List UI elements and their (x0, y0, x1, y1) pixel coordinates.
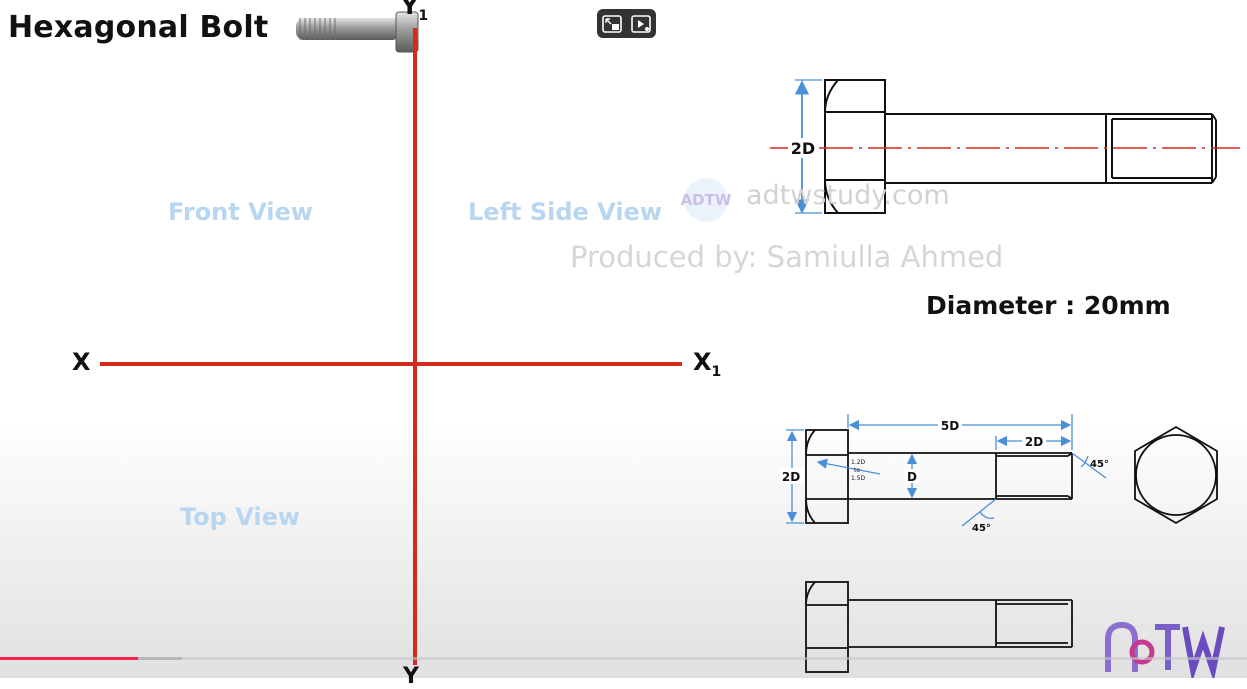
y1-axis-label: Y1 (401, 0, 429, 24)
autoplay-icon (631, 14, 652, 33)
head-height-label: 2D (791, 139, 815, 158)
y-axis-label: Y (403, 664, 419, 689)
bolt-image (296, 11, 419, 53)
length-label: 5D (941, 419, 959, 433)
autoplay-button[interactable] (630, 14, 652, 34)
adtw-watermark-logo: ADTW (681, 178, 732, 222)
head-note-line-1: 1.2D (851, 459, 866, 466)
top-view-label: Top View (180, 503, 301, 531)
chamfer-angle-label-1: 45° (1090, 459, 1109, 470)
video-progress-bar[interactable] (0, 657, 1247, 660)
miniplayer-button[interactable] (601, 14, 623, 34)
x1-axis-label: X1 (693, 348, 722, 380)
front-view-label: Front View (168, 198, 313, 226)
chamfer-angle-label-2: 45° (972, 523, 991, 534)
bolt-hexagon-end-view (1134, 425, 1218, 525)
shank-diameter-label: D (907, 470, 917, 484)
drawing-canvas: 2D 5D 2D 2D D 1.2D to 1.5D 45° 45° ADTW (100, 11, 1240, 678)
watermark-site: adtwstudy.com (746, 180, 950, 211)
left-side-view-label: Left Side View (468, 198, 662, 226)
diameter-spec: Diameter : 20mm (926, 291, 1171, 320)
svg-text:ADTW: ADTW (681, 191, 732, 209)
x-axis-label: X (72, 348, 91, 376)
producer-credit: Produced by: Samiulla Ahmed (570, 240, 1004, 274)
head-note-line-3: 1.5D (851, 475, 866, 482)
progress-played (0, 657, 139, 660)
video-overlay-controls (597, 9, 656, 38)
adtw-channel-logo (1105, 621, 1225, 678)
miniplayer-icon (601, 14, 622, 33)
thread-length-label: 2D (1025, 435, 1043, 449)
head-height-label-2: 2D (782, 470, 800, 484)
head-note-line-2: to (854, 467, 860, 474)
